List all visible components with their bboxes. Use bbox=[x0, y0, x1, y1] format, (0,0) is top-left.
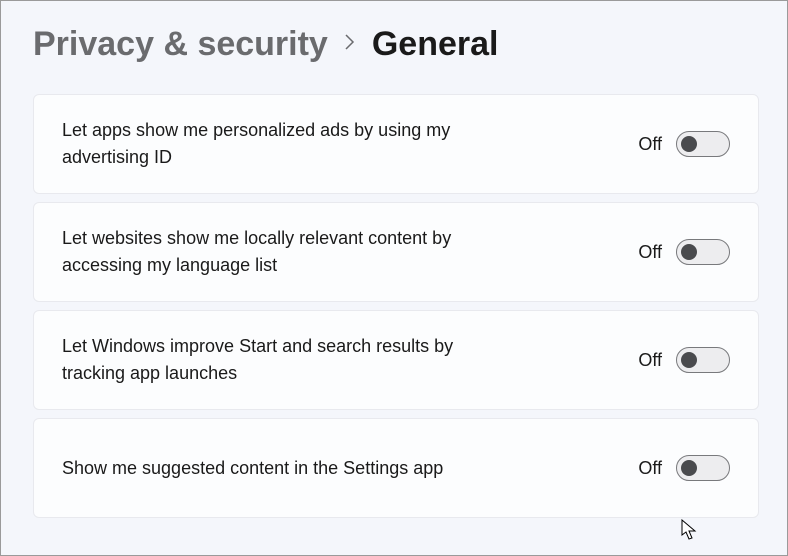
toggle-knob bbox=[681, 460, 697, 476]
toggle-switch[interactable] bbox=[676, 131, 730, 157]
setting-label: Let apps show me personalized ads by usi… bbox=[62, 117, 462, 171]
toggle-state-text: Off bbox=[638, 134, 662, 155]
breadcrumb-current: General bbox=[372, 25, 499, 64]
chevron-right-icon bbox=[344, 33, 356, 57]
toggle-knob bbox=[681, 136, 697, 152]
toggle-state-text: Off bbox=[638, 350, 662, 371]
toggle-state-text: Off bbox=[638, 458, 662, 479]
breadcrumb: Privacy & security General bbox=[33, 25, 759, 64]
breadcrumb-parent-link[interactable]: Privacy & security bbox=[33, 25, 328, 64]
toggle-knob bbox=[681, 352, 697, 368]
toggle-knob bbox=[681, 244, 697, 260]
setting-label: Show me suggested content in the Setting… bbox=[62, 455, 443, 482]
setting-label: Let websites show me locally relevant co… bbox=[62, 225, 462, 279]
setting-row-language-list[interactable]: Let websites show me locally relevant co… bbox=[33, 202, 759, 302]
toggle-group: Off bbox=[638, 455, 730, 481]
setting-row-track-app-launches[interactable]: Let Windows improve Start and search res… bbox=[33, 310, 759, 410]
toggle-group: Off bbox=[638, 347, 730, 373]
settings-list: Let apps show me personalized ads by usi… bbox=[33, 94, 759, 518]
toggle-group: Off bbox=[638, 131, 730, 157]
toggle-state-text: Off bbox=[638, 242, 662, 263]
mouse-cursor-icon bbox=[681, 519, 699, 541]
toggle-switch[interactable] bbox=[676, 239, 730, 265]
setting-row-suggested-content[interactable]: Show me suggested content in the Setting… bbox=[33, 418, 759, 518]
toggle-switch[interactable] bbox=[676, 347, 730, 373]
setting-row-personalized-ads[interactable]: Let apps show me personalized ads by usi… bbox=[33, 94, 759, 194]
toggle-switch[interactable] bbox=[676, 455, 730, 481]
setting-label: Let Windows improve Start and search res… bbox=[62, 333, 462, 387]
toggle-group: Off bbox=[638, 239, 730, 265]
